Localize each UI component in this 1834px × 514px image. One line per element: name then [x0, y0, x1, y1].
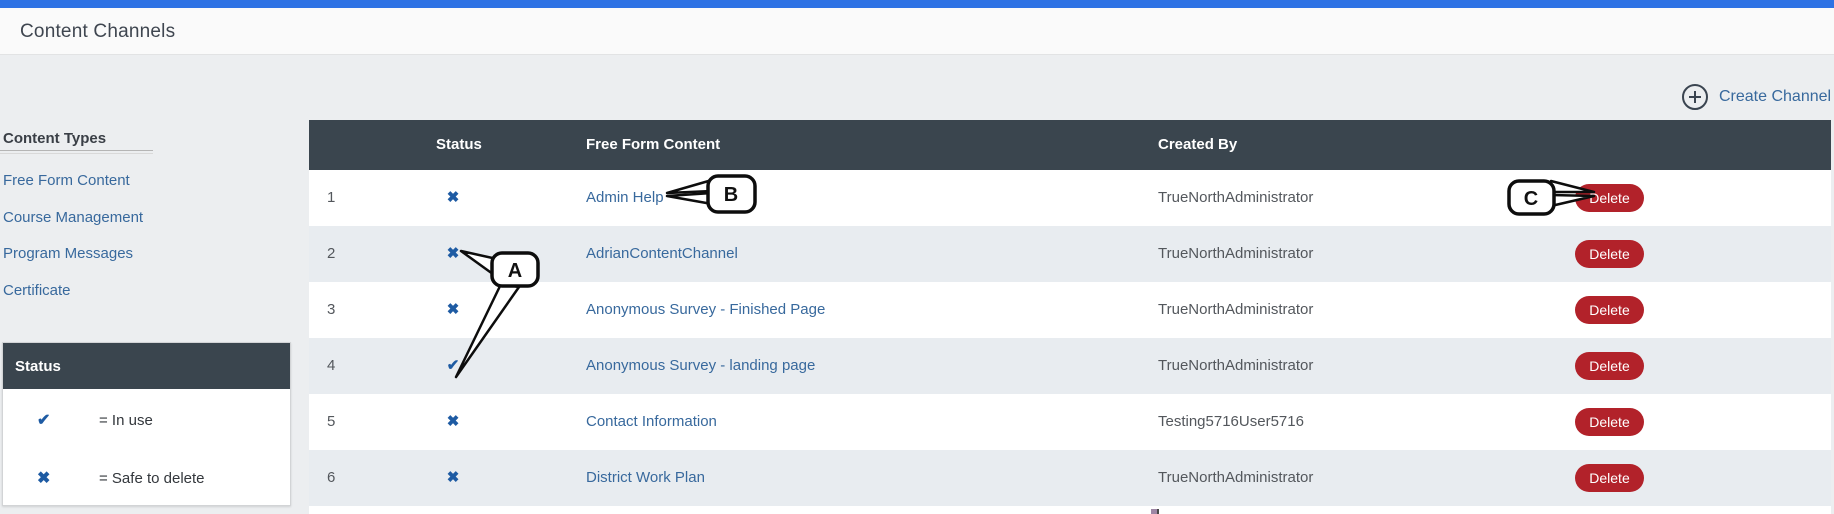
legend-item-safe-to-delete: ✖ = Safe to delete	[3, 467, 290, 489]
sidebar-item-free-form-content[interactable]: Free Form Content	[3, 172, 130, 189]
row-number: 6	[327, 450, 335, 506]
legend-label: = In use	[99, 412, 153, 429]
content-channel-link[interactable]: Anonymous Survey - landing page	[586, 338, 815, 394]
delete-button-wrap: Delete	[1575, 184, 1644, 212]
delete-button-wrap: Delete	[1575, 240, 1644, 268]
sidebar-item-course-management[interactable]: Course Management	[3, 209, 143, 226]
check-icon: ✔	[442, 338, 464, 394]
table-body: 1 ✖ Admin Help TrueNorthAdministrator De…	[309, 170, 1831, 506]
delete-button[interactable]: Delete	[1575, 296, 1644, 324]
table-header-row: Status Free Form Content Created By	[309, 120, 1831, 170]
x-icon: ✖	[442, 282, 464, 338]
x-icon: ✖	[442, 226, 464, 282]
created-by-value: TrueNorthAdministrator	[1158, 226, 1313, 282]
row-number: 4	[327, 338, 335, 394]
top-accent-bar	[0, 0, 1834, 8]
created-by-value: Testing5716User5716	[1158, 394, 1304, 450]
table-row: 2 ✖ AdrianContentChannel TrueNorthAdmini…	[309, 226, 1831, 282]
column-header-free-form-content: Free Form Content	[586, 120, 720, 170]
page-title: Content Channels	[20, 21, 175, 43]
table-row: 1 ✖ Admin Help TrueNorthAdministrator De…	[309, 170, 1831, 226]
delete-button[interactable]: Delete	[1575, 240, 1644, 268]
check-icon: ✔	[37, 410, 50, 430]
delete-button-wrap: Delete	[1575, 296, 1644, 324]
content-channel-link[interactable]: Anonymous Survey - Finished Page	[586, 282, 825, 338]
x-icon: ✖	[442, 170, 464, 226]
table-row: 5 ✖ Contact Information Testing5716User5…	[309, 394, 1831, 450]
bottom-edge-artifact	[1157, 509, 1159, 514]
delete-button[interactable]: Delete	[1575, 408, 1644, 436]
table-row: 6 ✖ District Work Plan TrueNorthAdminist…	[309, 450, 1831, 506]
content-channel-link[interactable]: AdrianContentChannel	[586, 226, 738, 282]
content-channel-link[interactable]: District Work Plan	[586, 450, 705, 506]
create-channel-button[interactable]: Create Channel	[1681, 83, 1831, 111]
content-channels-table: Status Free Form Content Created By 1 ✖ …	[309, 120, 1831, 514]
plus-circle-icon	[1681, 83, 1709, 111]
status-legend-panel: Status ✔ = In use ✖ = Safe to delete	[2, 342, 291, 506]
content-types-divider	[0, 150, 153, 154]
content-channel-link[interactable]: Contact Information	[586, 394, 717, 450]
x-icon: ✖	[37, 468, 50, 488]
delete-button[interactable]: Delete	[1575, 464, 1644, 492]
status-legend-header: Status	[3, 343, 290, 389]
table-row: 4 ✔ Anonymous Survey - landing page True…	[309, 338, 1831, 394]
delete-button-wrap: Delete	[1575, 352, 1644, 380]
table-row: 3 ✖ Anonymous Survey - Finished Page Tru…	[309, 282, 1831, 338]
column-header-status: Status	[436, 120, 482, 170]
column-header-created-by: Created By	[1158, 120, 1237, 170]
delete-button-wrap: Delete	[1575, 408, 1644, 436]
delete-button[interactable]: Delete	[1575, 352, 1644, 380]
sidebar-item-certificate[interactable]: Certificate	[3, 282, 71, 299]
content-types-heading: Content Types	[3, 130, 106, 147]
created-by-value: TrueNorthAdministrator	[1158, 450, 1313, 506]
row-number: 2	[327, 226, 335, 282]
row-number: 1	[327, 170, 335, 226]
x-icon: ✖	[442, 450, 464, 506]
delete-button[interactable]: Delete	[1575, 184, 1644, 212]
row-number: 5	[327, 394, 335, 450]
sidebar-item-program-messages[interactable]: Program Messages	[3, 245, 133, 262]
legend-label: = Safe to delete	[99, 470, 205, 487]
legend-item-in-use: ✔ = In use	[3, 409, 290, 431]
created-by-value: TrueNorthAdministrator	[1158, 338, 1313, 394]
content-channel-link[interactable]: Admin Help	[586, 170, 664, 226]
x-icon: ✖	[442, 394, 464, 450]
delete-button-wrap: Delete	[1575, 464, 1644, 492]
page-header: Content Channels	[0, 8, 1834, 55]
partial-next-row	[309, 506, 1831, 514]
created-by-value: TrueNorthAdministrator	[1158, 282, 1313, 338]
row-number: 3	[327, 282, 335, 338]
created-by-value: TrueNorthAdministrator	[1158, 170, 1313, 226]
create-channel-label: Create Channel	[1719, 88, 1831, 106]
